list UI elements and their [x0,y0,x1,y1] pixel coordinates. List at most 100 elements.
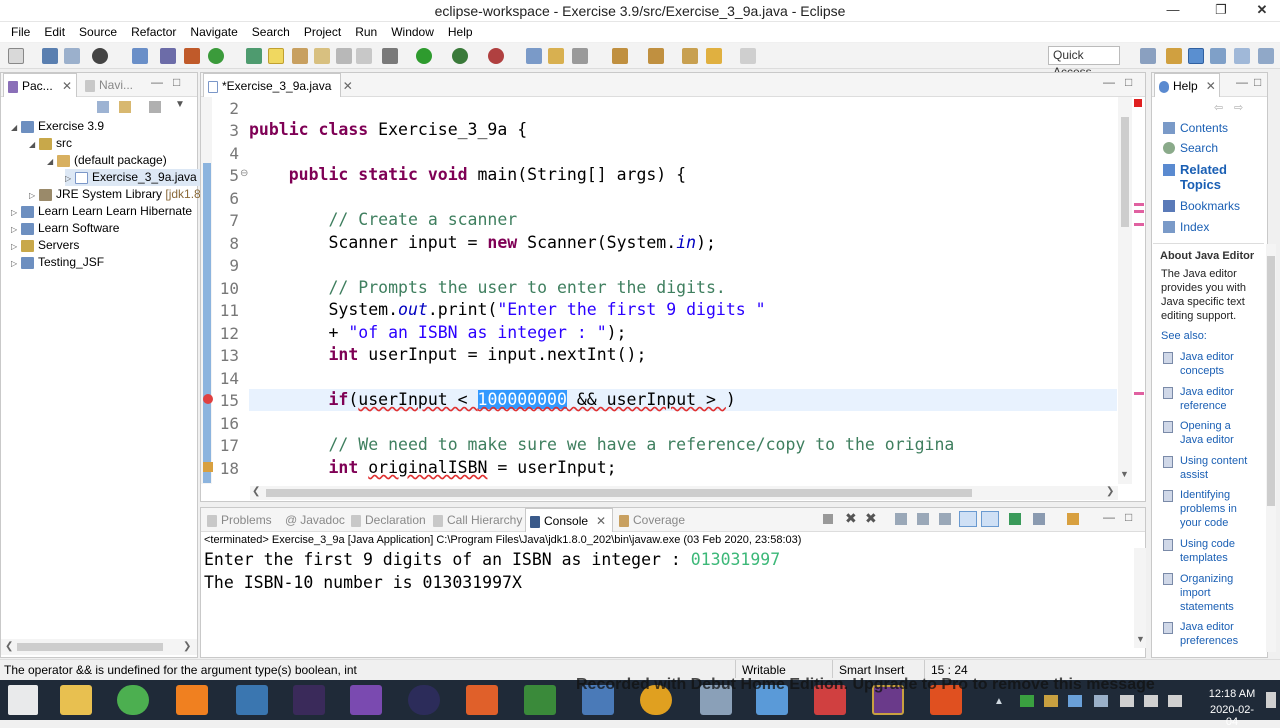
tab-call-hierarchy[interactable]: Call Hierarchy [429,508,526,532]
word-wrap-console-icon[interactable] [939,513,951,525]
tree-item-src[interactable]: ◢ src [29,135,72,152]
tray-app-icon[interactable] [1020,695,1034,707]
tree-item-hibernate[interactable]: ▷ Learn Learn Learn Hibernate [11,203,192,220]
open-console-icon[interactable] [1067,513,1079,525]
menu-refactor[interactable]: Refactor [124,25,183,39]
minimize-view-icon[interactable]: — [151,75,163,89]
help-link-content-assist[interactable]: Using content assist [1180,454,1254,482]
tray-arrow-icon[interactable]: ▲ [994,696,1004,707]
coverage-icon[interactable] [184,48,200,64]
run-coverage-icon[interactable] [452,48,468,64]
file-explorer-icon[interactable] [60,685,92,715]
remove-all-launches-icon[interactable]: ✖ [865,510,877,527]
vlc-icon[interactable] [176,685,208,715]
tree-item-jre[interactable]: ▷ JRE System Library [jdk1.8.( [29,186,208,203]
maximize-view-icon[interactable]: □ [1254,75,1261,89]
tab-javadoc[interactable]: @ Javadoc [281,508,349,532]
tab-console[interactable]: Console ✕ [525,508,613,532]
tab-navigator[interactable]: Navi... [81,73,137,97]
wifi-icon[interactable] [1144,695,1158,707]
close-icon[interactable]: ✕ [1244,0,1280,22]
close-tab-icon[interactable]: ✕ [1206,79,1216,93]
minimize-view-icon[interactable]: — [1236,75,1248,89]
tab-help[interactable]: Help ✕ [1154,73,1220,97]
tab-editor-file[interactable]: *Exercise_3_9a.java ✕ [203,73,353,97]
scroll-left-icon[interactable]: ❮ [252,486,260,497]
tree-item-java-file[interactable]: ▷ Exercise_3_9a.java [65,169,200,186]
search-toolbar-icon[interactable] [246,48,262,64]
maximize-view-icon[interactable]: □ [1125,75,1132,89]
show-stdout-icon[interactable] [959,511,977,527]
debug-perspective-icon[interactable] [1210,48,1226,64]
help-vscroll[interactable] [1266,244,1276,652]
notepad-plus-icon[interactable] [117,685,149,715]
show-stderr-icon[interactable] [981,511,999,527]
restore-icon[interactable]: ❐ [1206,0,1236,22]
help-link-opening-editor[interactable]: Opening a Java editor [1180,419,1250,447]
next-annotation-icon[interactable] [612,48,628,64]
scroll-lock-icon[interactable] [917,513,929,525]
menu-window[interactable]: Window [384,25,441,39]
close-tab-icon[interactable]: ✕ [343,79,353,93]
python-icon[interactable] [236,685,268,715]
pin-console-icon[interactable] [1009,513,1021,525]
collapse-all-icon[interactable] [97,101,109,113]
eclipse-alt-icon[interactable] [293,685,325,715]
close-tab-icon[interactable]: ✕ [596,514,606,528]
block-selection-icon[interactable] [292,48,308,64]
link-editor-icon[interactable] [119,101,131,113]
tray-app-icon[interactable] [1068,695,1082,707]
save-all-icon[interactable] [64,48,80,64]
tree-item-default-package[interactable]: ◢ (default package) [47,152,167,169]
editor-hscroll[interactable]: ❮ ❯ [250,486,1118,500]
help-index-link[interactable]: Index [1180,220,1209,234]
scroll-left-icon[interactable]: ❮ [5,641,13,652]
help-related-topics-link[interactable]: Related Topics [1180,162,1252,192]
start-icon[interactable] [8,685,38,715]
view-menu-icon[interactable]: ▼ [175,99,185,110]
java-ee-perspective-icon[interactable] [1166,48,1182,64]
editor-vscroll[interactable]: ▼ [1118,97,1132,484]
help-link-preferences[interactable]: Java editor preferences [1180,620,1254,648]
tree-item-servers[interactable]: ▷ Servers [11,237,79,254]
clock-time[interactable]: 12:18 AM [1206,688,1258,700]
menu-project[interactable]: Project [297,25,348,39]
tab-package-explorer[interactable]: Pac... ✕ [3,73,77,97]
last-edit-location-icon[interactable] [682,48,698,64]
tray-app-icon[interactable] [1044,695,1058,707]
tree-item-testing-jsf[interactable]: ▷ Testing_JSF [11,254,104,271]
skip-breakpoints-icon[interactable] [160,48,176,64]
open-type-icon[interactable] [208,48,224,64]
terminate-icon[interactable] [823,514,833,524]
tree-item-project[interactable]: ◢ Exercise 3.9 [11,118,104,135]
minimize-icon[interactable]: — [1158,0,1188,22]
new-class-icon[interactable] [548,48,564,64]
menu-run[interactable]: Run [348,25,384,39]
show-whitespace-icon[interactable] [336,48,352,64]
help-forward-icon[interactable]: ⇨ [1234,101,1243,114]
tree-item-software[interactable]: ▷ Learn Software [11,220,119,237]
debug-icon[interactable] [382,48,398,64]
scroll-thumb[interactable] [266,489,972,497]
help-search-link[interactable]: Search [1180,141,1218,155]
profile-icon[interactable] [92,48,108,64]
close-tab-icon[interactable]: ✕ [62,79,72,93]
external-tools-icon[interactable] [488,48,504,64]
maximize-view-icon[interactable]: □ [1125,510,1132,524]
menu-help[interactable]: Help [441,25,480,39]
help-link-code-templates[interactable]: Using code templates [1180,537,1250,565]
scroll-thumb[interactable] [17,643,163,651]
help-bookmarks-link[interactable]: Bookmarks [1180,199,1240,213]
forward-icon[interactable] [740,48,756,64]
quick-access-input[interactable]: Quick Access [1048,46,1120,79]
menu-edit[interactable]: Edit [37,25,72,39]
fold-icon[interactable]: ⊖ [240,168,248,179]
back-icon[interactable] [706,48,722,64]
console-icon[interactable] [132,48,148,64]
scroll-right-icon[interactable]: ❯ [1106,486,1114,497]
scroll-right-icon[interactable]: ❯ [183,641,191,652]
maximize-view-icon[interactable]: □ [173,75,180,89]
minimize-view-icon[interactable]: — [1103,510,1115,524]
scroll-down-icon[interactable]: ▼ [1120,469,1129,479]
menu-navigate[interactable]: Navigate [183,25,244,39]
